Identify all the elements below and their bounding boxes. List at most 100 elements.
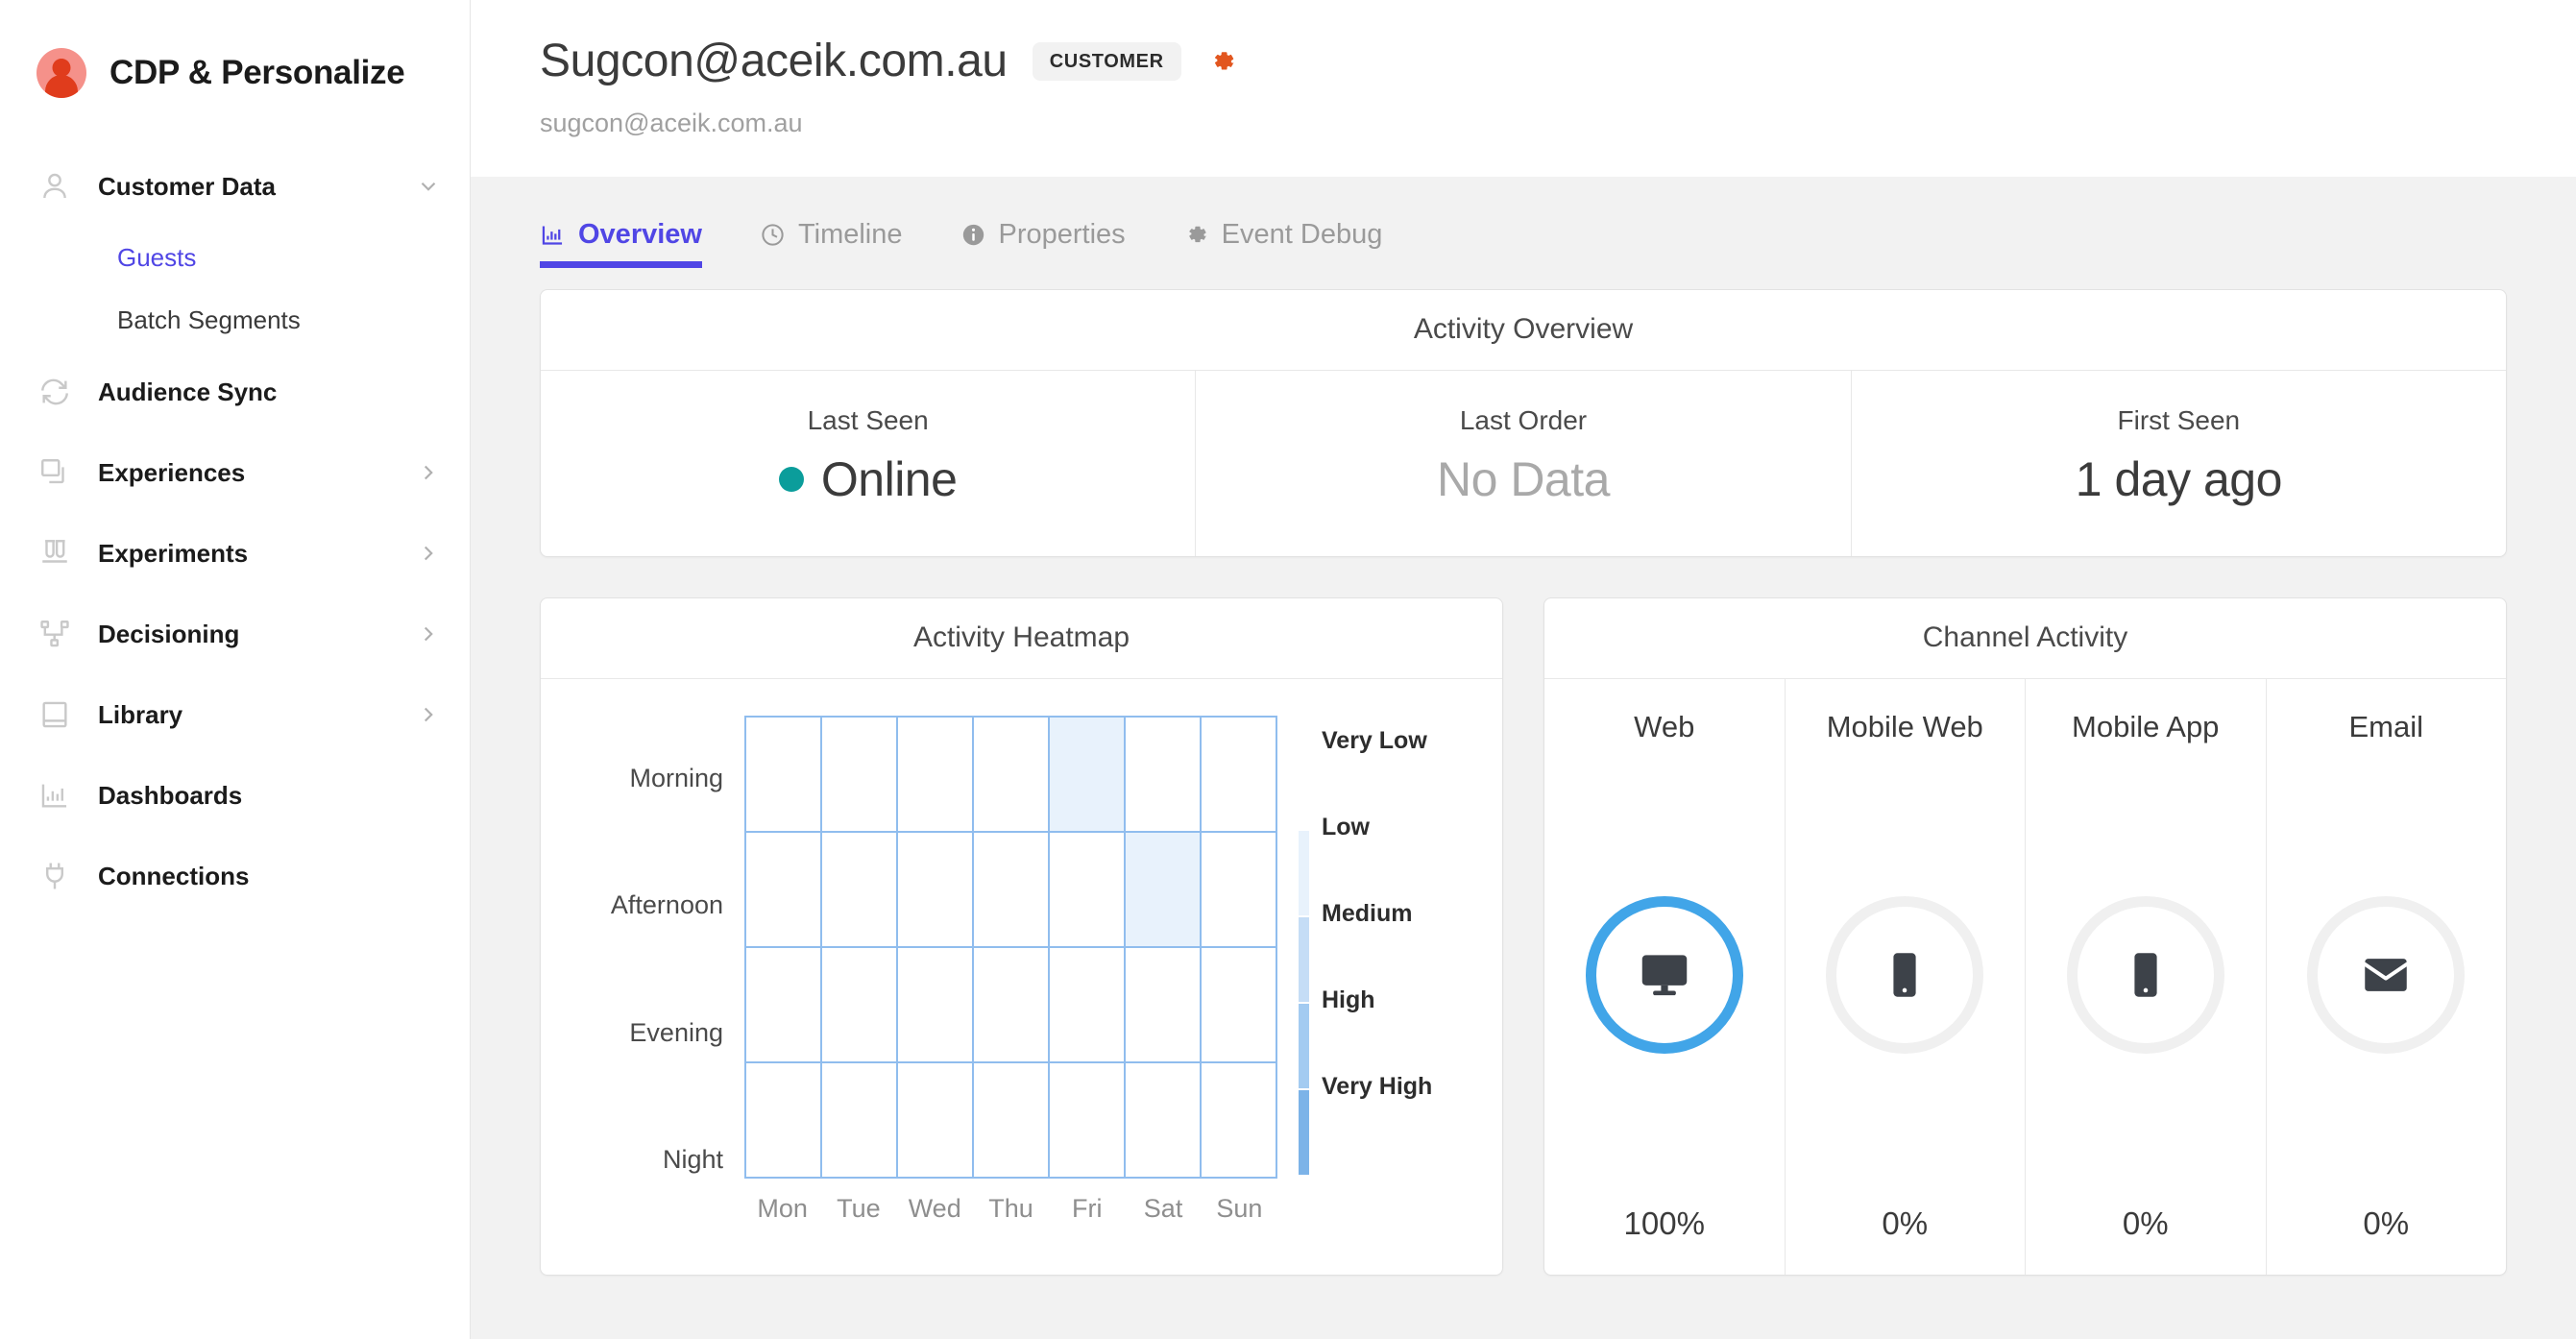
heatmap-cell[interactable] — [1050, 1062, 1126, 1179]
heatmap-cell[interactable] — [898, 947, 974, 1063]
channel-percent: 0% — [1882, 1205, 1929, 1241]
layers-icon — [38, 456, 83, 489]
tab-properties[interactable]: Properties — [960, 219, 1151, 268]
heatmap-cell[interactable] — [1126, 1062, 1202, 1179]
tab-label: Timeline — [797, 219, 903, 250]
channel-percent: 100% — [1623, 1205, 1705, 1241]
heatmap-cell[interactable] — [974, 1062, 1050, 1179]
card-title: Activity Overview — [541, 290, 2506, 371]
sidebar-item-library[interactable]: Library — [0, 674, 470, 755]
sidebar-item-guests[interactable]: Guests — [0, 227, 470, 289]
heatmap-cell[interactable] — [898, 717, 974, 833]
channel-ring — [1585, 895, 1743, 1054]
heatmap-cell[interactable] — [1202, 1062, 1277, 1179]
heatmap-x-axis: Mon Tue Wed Thu Fri Sat Sun — [744, 1194, 1277, 1224]
stat-last-seen: Last Seen Online — [541, 371, 1197, 556]
heatmap-cell[interactable] — [1202, 717, 1277, 833]
channel-name: Web — [1634, 709, 1695, 743]
chevron-right-icon[interactable] — [416, 541, 441, 566]
tab-event-debug[interactable]: Event Debug — [1183, 219, 1408, 268]
sidebar-item-audience-sync[interactable]: Audience Sync — [0, 352, 470, 432]
channel-mobile-web[interactable]: Mobile Web 0% — [1786, 678, 2026, 1275]
heatmap-x-tick: Sat — [1143, 1193, 1183, 1223]
status-badge: CUSTOMER — [1032, 41, 1181, 81]
legend-swatch — [1299, 1089, 1309, 1175]
heatmap-cell[interactable] — [1202, 947, 1277, 1063]
heatmap-cell[interactable] — [974, 717, 1050, 833]
heatmap-plot: Mon Tue Wed Thu Fri Sat Sun — [744, 715, 1277, 1224]
heatmap-cell[interactable] — [822, 832, 898, 948]
bar-chart-icon — [540, 222, 566, 248]
channel-percent: 0% — [2122, 1205, 2169, 1241]
sidebar-item-experiences[interactable]: Experiences — [0, 432, 470, 513]
sidebar-item-customer-data[interactable]: Customer Data — [0, 146, 470, 227]
sidebar-item-batch-segments[interactable]: Batch Segments — [0, 289, 470, 352]
heatmap-x-tick: Tue — [837, 1193, 881, 1223]
chevron-right-icon[interactable] — [416, 460, 441, 485]
heatmap-cell[interactable] — [822, 1062, 898, 1179]
stat-value: Online — [820, 452, 958, 506]
heatmap-cell[interactable] — [974, 947, 1050, 1063]
heatmap-cell[interactable] — [1126, 947, 1202, 1063]
main-content: Sugcon@aceik.com.au CUSTOMER sugcon@acei… — [471, 0, 2576, 1339]
chevron-down-icon[interactable] — [416, 174, 441, 199]
sidebar-subitem-label: Guests — [117, 243, 197, 272]
legend-entry: Medium — [1299, 901, 1460, 1002]
sidebar-item-experiments[interactable]: Experiments — [0, 513, 470, 594]
sidebar: CDP & Personalize Customer Data Guests B… — [0, 0, 471, 1339]
channel-ring-wrap — [1585, 744, 1743, 1205]
chevron-right-icon[interactable] — [416, 702, 441, 727]
info-icon — [960, 222, 986, 248]
sidebar-nav: Customer Data Guests Batch Segments Audi… — [0, 146, 470, 916]
heatmap-cell[interactable] — [1050, 947, 1126, 1063]
heatmap-body: Morning Afternoon Evening Night Mon Tue … — [541, 679, 1502, 1258]
heatmap-cell[interactable] — [822, 717, 898, 833]
heatmap-cell[interactable] — [822, 947, 898, 1063]
heatmap-cell[interactable] — [1050, 832, 1126, 948]
channel-email[interactable]: Email 0% — [2267, 679, 2507, 1275]
tab-label: Overview — [578, 219, 702, 250]
sidebar-item-decisioning[interactable]: Decisioning — [0, 594, 470, 674]
heatmap-y-axis: Morning Afternoon Evening Night — [583, 716, 744, 1224]
gear-icon[interactable] — [1208, 47, 1237, 76]
tab-overview[interactable]: Overview — [540, 219, 727, 268]
book-icon — [38, 698, 83, 731]
heatmap-cell[interactable] — [1050, 717, 1126, 833]
heatmap-cell[interactable] — [898, 1062, 974, 1179]
brand[interactable]: CDP & Personalize — [0, 48, 470, 98]
stat-label: Last Order — [1459, 405, 1588, 435]
heatmap-cell[interactable] — [746, 1062, 822, 1179]
heatmap-y-tick: Morning — [629, 764, 723, 793]
heatmap-cell[interactable] — [746, 832, 822, 948]
tab-timeline[interactable]: Timeline — [760, 219, 928, 268]
heatmap-cell[interactable] — [746, 947, 822, 1063]
heatmap-cell[interactable] — [746, 717, 822, 833]
heatmap-y-tick: Night — [662, 1144, 723, 1174]
heatmap-cell[interactable] — [898, 832, 974, 948]
mobile-phone-icon — [2118, 947, 2174, 1003]
sidebar-item-label: Decisioning — [98, 619, 240, 648]
heatmap-x-tick: Mon — [757, 1193, 808, 1223]
legend-label: Low — [1322, 813, 1370, 840]
heatmap-grid — [744, 715, 1277, 1179]
heatmap-x-tick: Sun — [1216, 1193, 1263, 1223]
heatmap-x-tick: Thu — [988, 1193, 1033, 1223]
channel-name: Mobile App — [2072, 709, 2220, 743]
heatmap-cell[interactable] — [1126, 717, 1202, 833]
channel-ring-wrap — [2307, 744, 2466, 1205]
sidebar-item-label: Experiences — [98, 457, 246, 487]
heatmap-cell[interactable] — [1126, 832, 1202, 948]
heatmap-cell[interactable] — [974, 832, 1050, 948]
activity-heatmap-card: Activity Heatmap Morning Afternoon Eveni… — [540, 596, 1503, 1276]
tab-bar: Overview Timeline Properties Event Debug — [540, 177, 2507, 268]
chevron-right-icon[interactable] — [416, 621, 441, 646]
online-status-dot-icon — [778, 467, 804, 493]
heatmap-cell[interactable] — [1202, 832, 1277, 948]
sidebar-item-dashboards[interactable]: Dashboards — [0, 755, 470, 836]
sidebar-item-connections[interactable]: Connections — [0, 836, 470, 916]
content-area: Overview Timeline Properties Event Debug… — [471, 177, 2576, 1339]
channel-mobile-app[interactable]: Mobile App 0% — [2026, 678, 2267, 1275]
stat-value: 1 day ago — [2075, 452, 2283, 506]
channel-web[interactable]: Web 100% — [1544, 678, 1786, 1275]
page-title: Sugcon@aceik.com.au — [540, 36, 1008, 86]
